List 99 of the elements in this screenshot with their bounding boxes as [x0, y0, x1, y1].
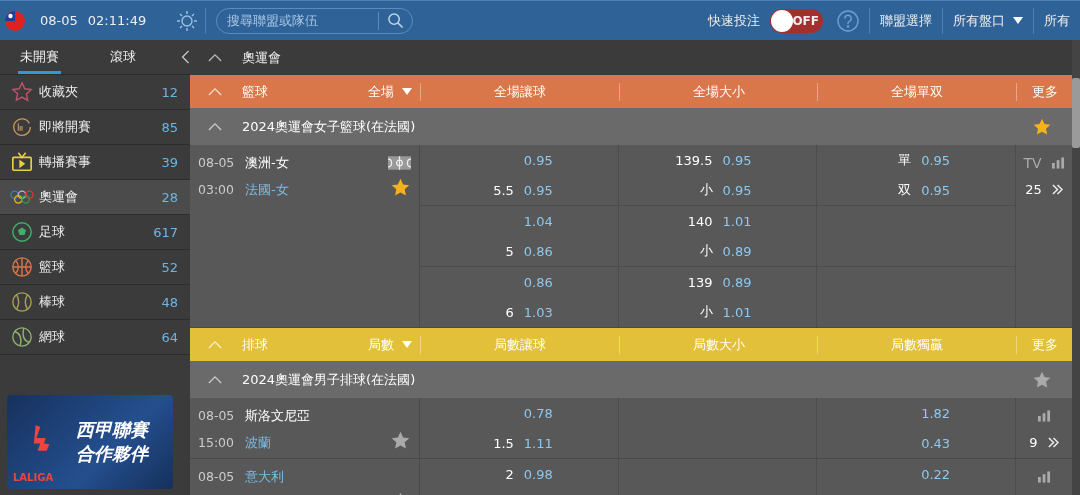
odds-value[interactable]: 0.95	[921, 152, 951, 168]
odds-value[interactable]: 0.78	[523, 405, 553, 421]
search-icon[interactable]	[387, 11, 405, 29]
caret-icon[interactable]	[402, 88, 412, 95]
team-name: 澳洲-女	[245, 153, 289, 172]
team-name: 意大利	[245, 467, 284, 486]
column-header: 局數獨贏	[817, 335, 1016, 354]
column-header: 局數大小	[618, 335, 818, 354]
odds-value[interactable]: 0.95	[523, 182, 553, 198]
tv-icon	[11, 151, 33, 173]
menu-button[interactable]: 聯盟選擇	[870, 11, 942, 30]
sun-icon[interactable]	[176, 9, 199, 32]
chevron-up-icon[interactable]	[208, 375, 222, 384]
odds-value[interactable]: 0.43	[921, 435, 951, 451]
time-text: 02:11:49	[87, 13, 147, 28]
period-dropdown[interactable]: 全場	[368, 82, 412, 101]
match-time: 15:00	[198, 435, 236, 450]
match-date: 08-05	[198, 408, 236, 423]
flag-icon	[5, 10, 25, 31]
team-name: 法國-女	[245, 180, 289, 199]
sidebar-tab[interactable]: 滾球	[101, 40, 145, 74]
team-name: 波蘭	[245, 433, 271, 452]
double-chevron-right-icon[interactable]	[1051, 184, 1063, 195]
clock-icon	[11, 116, 33, 138]
line-value: 單	[898, 152, 912, 167]
odds-value[interactable]: 0.86	[523, 274, 553, 290]
banner-text: 合作夥伴	[76, 442, 151, 466]
quick-bet-toggle[interactable]: OFF	[770, 8, 823, 33]
sidebar-item[interactable]: 奧運會 28	[0, 180, 190, 215]
match-date: 08-05	[198, 155, 236, 170]
line-value: 140	[687, 213, 713, 229]
odds-value[interactable]: 1.01	[722, 304, 752, 320]
column-header: 全場單双	[817, 82, 1016, 101]
stats-icon[interactable]	[1037, 409, 1051, 422]
line-value: 小	[699, 182, 713, 197]
menu-button[interactable]: 所有	[1034, 11, 1080, 30]
line-value: 139.5	[675, 152, 713, 168]
market-count: 25	[1025, 182, 1042, 197]
stats-icon[interactable]	[1037, 470, 1051, 483]
search-field[interactable]: 搜尋聯盟或隊伍	[216, 7, 414, 34]
column-header: 局數讓球	[420, 335, 619, 354]
odds-value[interactable]: 1.01	[722, 213, 752, 229]
help-icon[interactable]	[837, 9, 859, 32]
partner-banner[interactable]: LALIGA 西甲聯賽 合作夥伴	[7, 395, 173, 489]
line-value: 139	[687, 274, 713, 290]
court-icon[interactable]	[388, 155, 411, 170]
line-value: 1.5	[493, 435, 514, 451]
banner-text: 西甲聯賽	[76, 418, 151, 442]
odds-value[interactable]: 1.82	[921, 405, 951, 421]
odds-value[interactable]: 1.03	[523, 304, 553, 320]
market-count: 9	[1029, 435, 1038, 450]
star-icon[interactable]	[390, 177, 411, 198]
odds-value[interactable]: 0.95	[722, 182, 752, 198]
odds-value[interactable]: 1.04	[523, 213, 553, 229]
team-name: 斯洛文尼亞	[245, 406, 310, 425]
league-title: 2024奧運會男子排球(在法國)	[242, 370, 417, 389]
line-value: 小	[699, 304, 713, 319]
line-value: 2	[505, 466, 514, 482]
odds-value[interactable]: 0.22	[921, 466, 951, 482]
chevron-up-icon[interactable]	[208, 53, 222, 62]
match-time: 03:00	[198, 182, 236, 197]
tv-label[interactable]: TV	[1023, 154, 1042, 171]
sport-name: 排球	[242, 335, 269, 354]
line-value: 5	[505, 243, 514, 259]
double-chevron-right-icon[interactable]	[1047, 437, 1059, 448]
scrollbar-thumb[interactable]	[1072, 78, 1080, 148]
star-icon	[11, 81, 33, 103]
odds-value[interactable]: 0.89	[722, 274, 752, 290]
date-text: 08-05	[40, 13, 78, 28]
odds-value[interactable]: 1.11	[523, 435, 553, 451]
odds-value[interactable]: 0.86	[523, 243, 553, 259]
star-icon[interactable]	[390, 430, 411, 451]
column-header: 全場大小	[618, 82, 818, 101]
odds-value[interactable]: 0.98	[523, 466, 553, 482]
line-value: 5.5	[493, 182, 514, 198]
match-date: 08-05	[198, 469, 236, 484]
olympic-rings-icon	[10, 188, 34, 206]
odds-value[interactable]: 0.95	[523, 152, 553, 168]
line-value: 双	[898, 182, 912, 197]
logo-text: LALIGA	[13, 472, 55, 483]
chevron-left-icon[interactable]	[180, 48, 190, 66]
line-value: 小	[699, 243, 713, 258]
line-value: 6	[505, 304, 514, 320]
stats-icon[interactable]	[1051, 156, 1065, 169]
sport-name: 籃球	[242, 82, 269, 101]
baseball-icon	[11, 291, 33, 313]
basketball-icon	[11, 256, 33, 278]
odds-value[interactable]: 0.89	[722, 243, 752, 259]
menu-button[interactable]: 所有盤口	[943, 11, 1033, 30]
caret-icon[interactable]	[1013, 17, 1023, 24]
league-title: 2024奧運會女子籃球(在法國)	[242, 117, 417, 136]
column-header: 全場讓球	[420, 82, 619, 101]
odds-value[interactable]: 0.95	[722, 152, 752, 168]
chevron-up-icon[interactable]	[208, 122, 222, 131]
odds-value[interactable]: 0.95	[921, 182, 951, 198]
quick-bet-label: 快速投注	[708, 11, 760, 30]
tennis-ball-icon	[11, 326, 33, 348]
section-title: 奧運會	[242, 48, 281, 67]
soccer-ball-icon	[11, 221, 33, 243]
